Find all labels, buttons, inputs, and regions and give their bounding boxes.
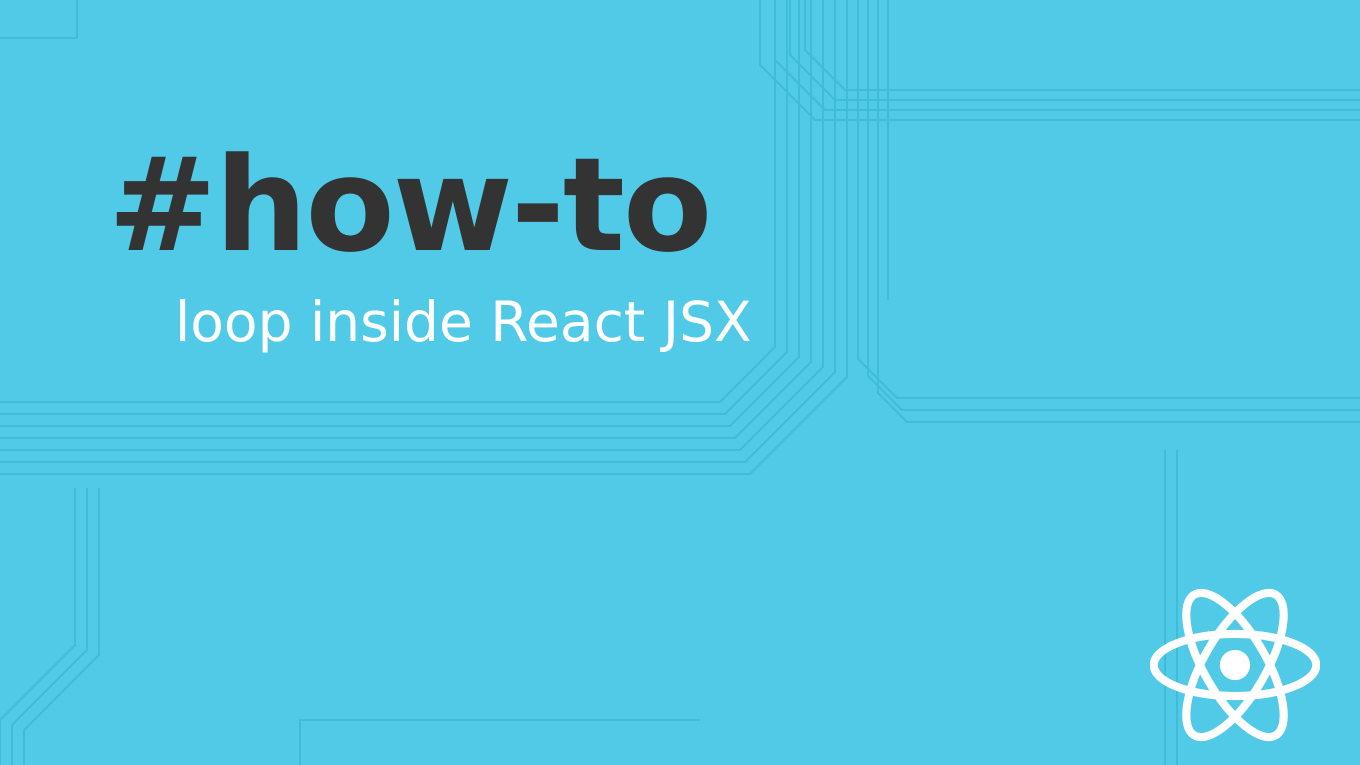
page-subheading: loop inside React JSX [175, 290, 752, 354]
page-heading: #how-to [108, 140, 710, 270]
react-logo-icon [1150, 580, 1320, 750]
